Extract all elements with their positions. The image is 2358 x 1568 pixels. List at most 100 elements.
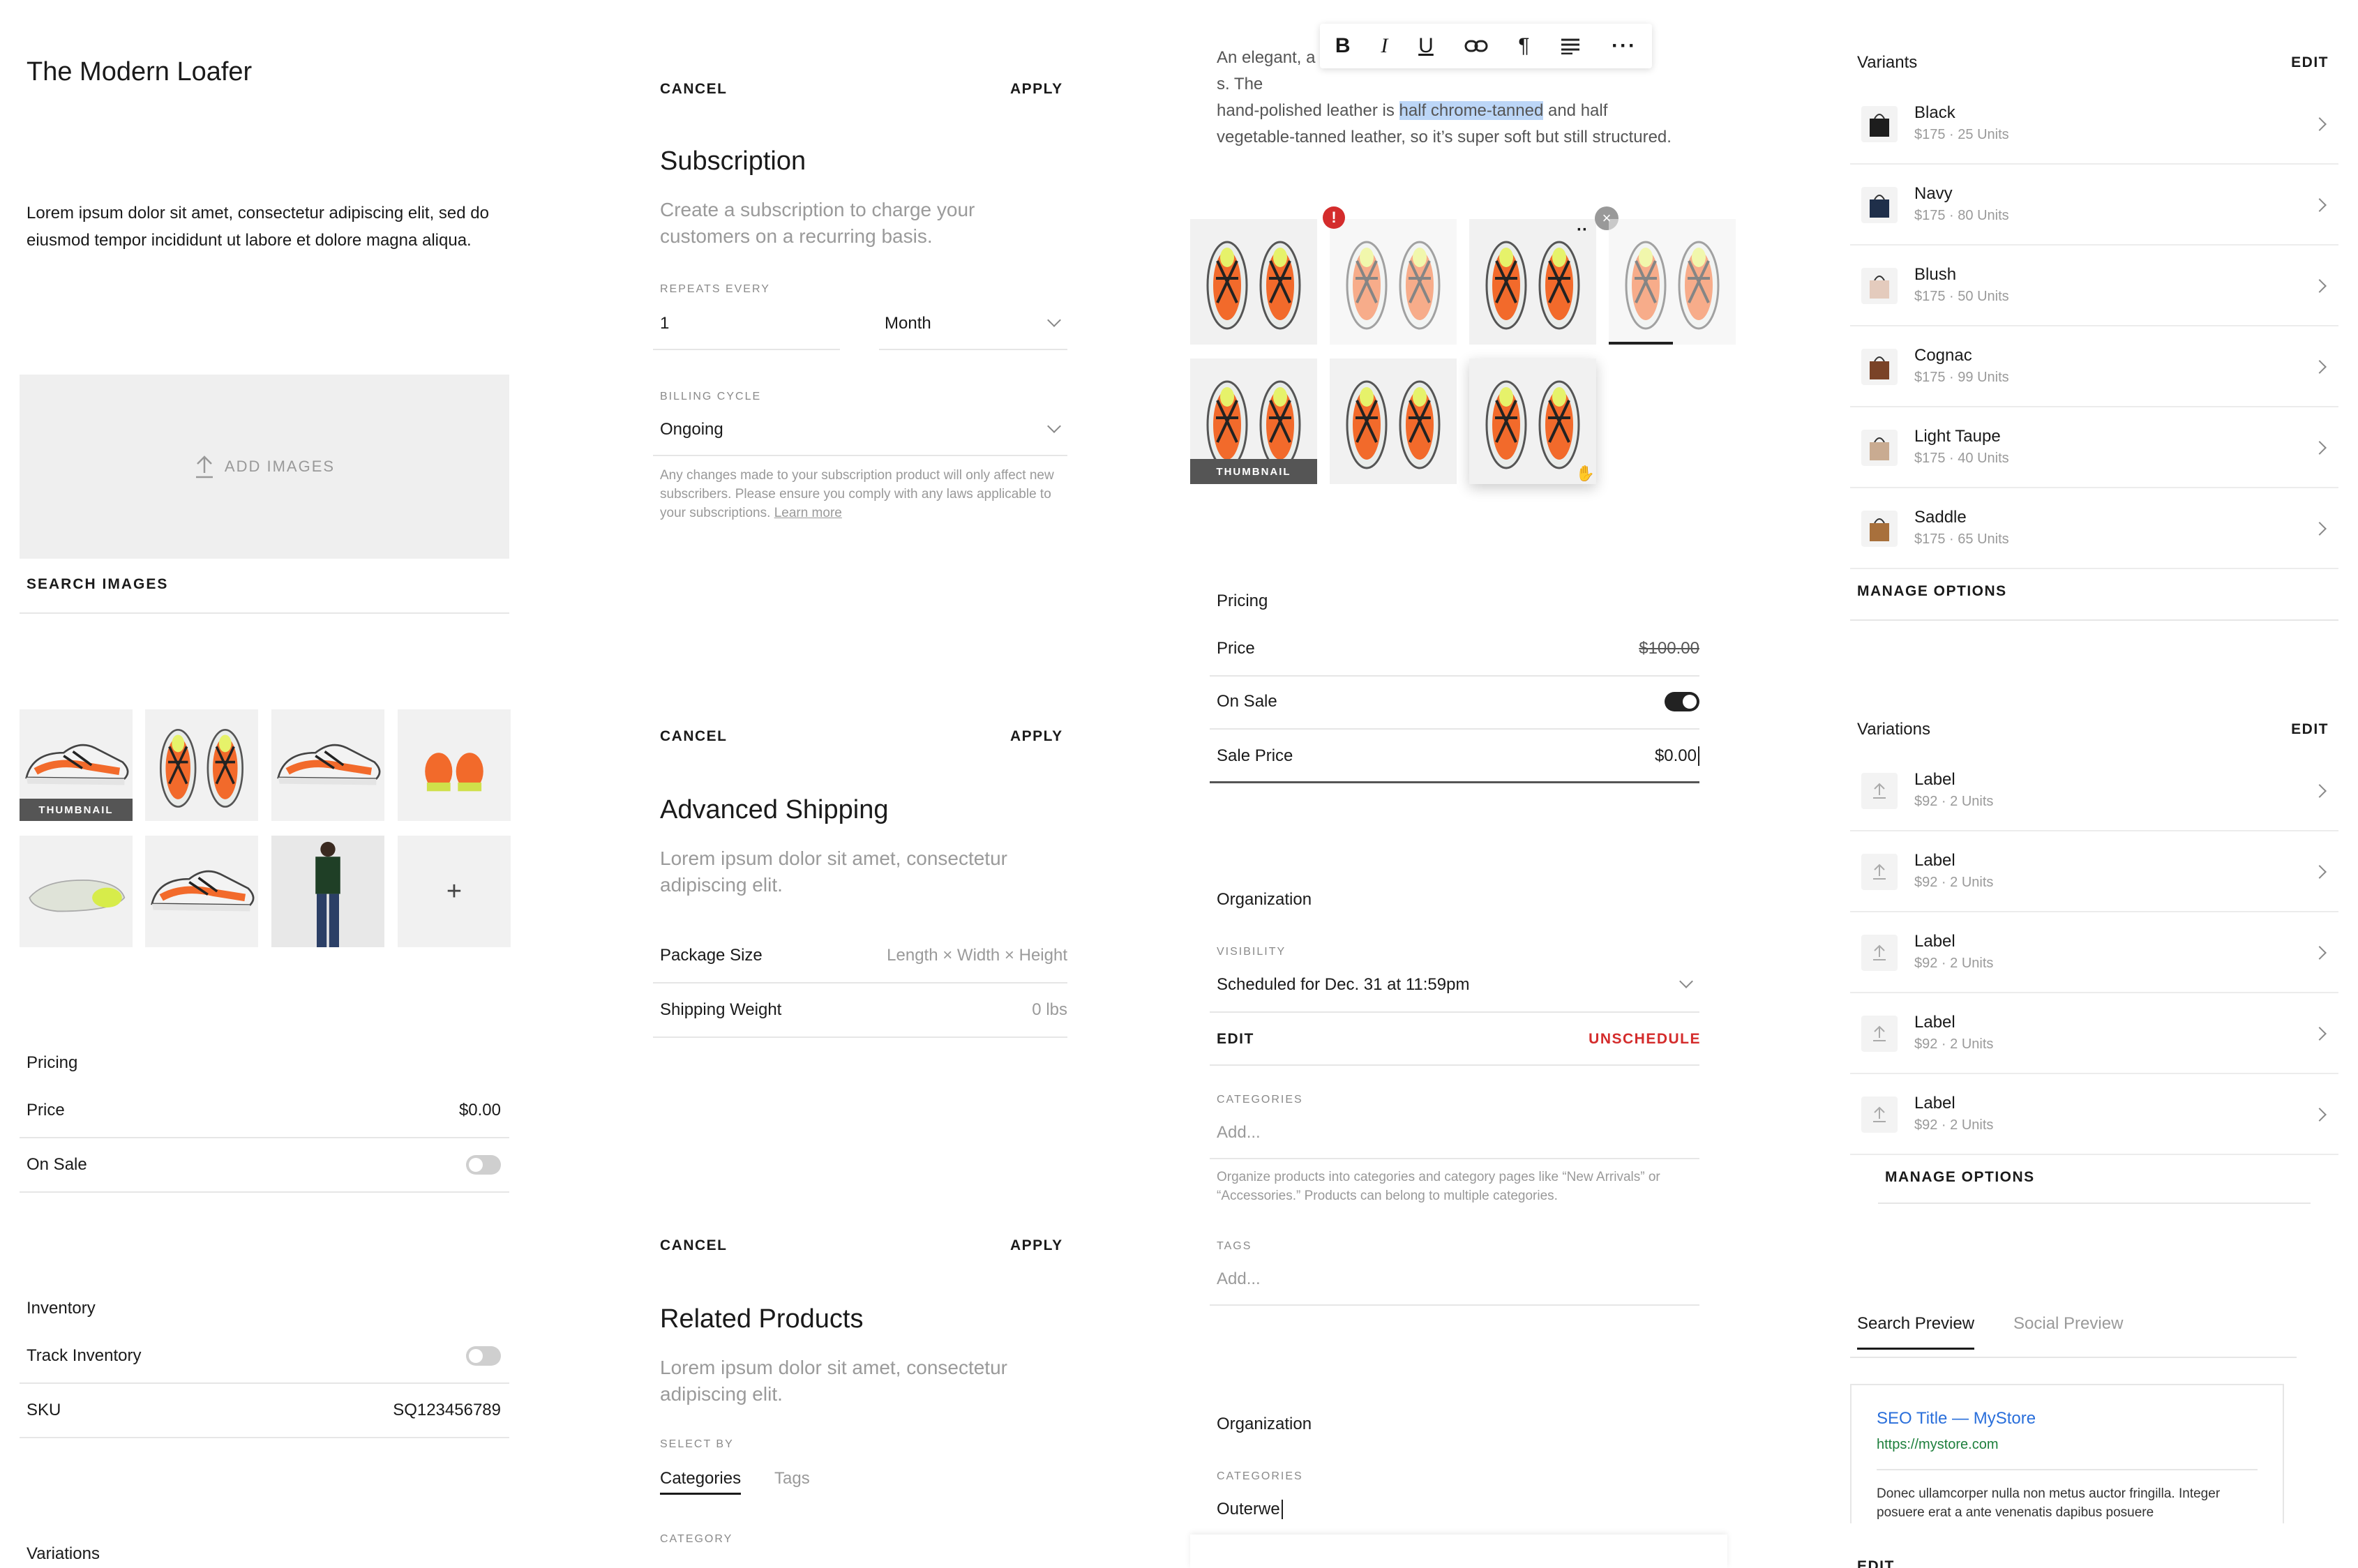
image-placeholder[interactable] (1861, 1096, 1898, 1133)
image-placeholder[interactable] (1861, 1016, 1898, 1052)
tab-tags[interactable]: Tags (774, 1469, 810, 1488)
repeats-every-input[interactable]: 1 (660, 314, 669, 333)
cancel-button[interactable]: CANCEL (660, 1237, 728, 1254)
learn-more-link[interactable]: Learn more (774, 506, 842, 520)
variation-row[interactable]: Label $92 · 2 Units (1850, 912, 2338, 993)
gallery-image-3[interactable]: ·· (1469, 219, 1596, 345)
billing-cycle-select[interactable]: Ongoing (660, 419, 1067, 442)
italic-icon[interactable]: I (1381, 34, 1388, 58)
gallery-image-2[interactable] (1330, 219, 1457, 345)
cancel-button[interactable]: CANCEL (660, 81, 728, 98)
product-image-1[interactable]: THUMBNAIL (20, 709, 133, 821)
variant-name: Navy (1914, 184, 1953, 203)
package-size-input[interactable]: Length × Width × Height (887, 946, 1067, 965)
variation-name: Label (1914, 770, 1955, 789)
apply-button[interactable]: APPLY (1010, 728, 1063, 745)
price-row[interactable]: Price $100.00 (1217, 639, 1699, 658)
shipping-weight-input[interactable]: 0 lbs (1032, 1000, 1067, 1020)
variant-row[interactable]: Cognac $175 · 99 Units (1850, 326, 2338, 407)
variant-row[interactable]: Light Taupe $175 · 40 Units (1850, 407, 2338, 488)
product-image-7[interactable] (271, 836, 384, 947)
selected-text[interactable]: half chrome-tanned (1399, 101, 1544, 120)
bold-icon[interactable]: B (1335, 34, 1351, 58)
tab-search-preview[interactable]: Search Preview (1857, 1314, 1975, 1350)
image-placeholder[interactable] (1861, 773, 1898, 809)
product-image-3[interactable] (271, 709, 384, 821)
cancel-button[interactable]: CANCEL (660, 728, 728, 745)
variant-meta: $175 · 40 Units (1914, 451, 2009, 466)
variant-row[interactable]: Black $175 · 25 Units (1850, 84, 2338, 165)
edit-button[interactable]: EDIT (1217, 1031, 1254, 1048)
chevron-right-icon (2313, 360, 2327, 374)
price-value[interactable]: $0.00 (459, 1101, 501, 1120)
sneaker-top-image (159, 728, 244, 808)
related-products-subtitle: Lorem ipsum dolor sit amet, consectetur … (660, 1357, 1007, 1405)
categories-input-2[interactable]: Outerwe (1217, 1500, 1283, 1519)
manage-options-button[interactable]: MANAGE OPTIONS (1885, 1169, 2035, 1186)
shipping-weight-row[interactable]: Shipping Weight 0 lbs (660, 1000, 1067, 1020)
product-image-6[interactable] (145, 836, 258, 947)
sale-price-row[interactable]: Sale Price $0.00 (1217, 746, 1699, 766)
align-icon[interactable] (1560, 38, 1581, 54)
tags-input[interactable]: Add... (1217, 1269, 1261, 1289)
variations-list: Label $92 · 2 Units Label $92 · 2 Units Labe… (1850, 751, 2338, 1155)
gallery-image-4[interactable] (1609, 219, 1736, 345)
variants-edit-button[interactable]: EDIT (2291, 54, 2329, 71)
sneaker-top-image (1346, 241, 1441, 330)
product-title[interactable]: The Modern Loafer (27, 57, 252, 87)
product-description[interactable]: Lorem ipsum dolor sit amet, consectetur … (27, 199, 501, 254)
apply-button[interactable]: APPLY (1010, 1237, 1063, 1254)
search-images-link[interactable]: SEARCH IMAGES (27, 576, 168, 593)
sku-row[interactable]: SKU SQ123456789 (27, 1401, 501, 1420)
sale-price-input[interactable]: $0.00 (1655, 746, 1699, 766)
variation-row[interactable]: Label $92 · 2 Units (1850, 831, 2338, 912)
variant-row[interactable]: Saddle $175 · 65 Units (1850, 488, 2338, 569)
categories-input[interactable]: Add... (1217, 1123, 1261, 1143)
manage-options-button[interactable]: MANAGE OPTIONS (1857, 583, 2007, 600)
on-sale-toggle[interactable] (466, 1155, 501, 1175)
package-size-row[interactable]: Package Size Length × Width × Height (660, 946, 1067, 965)
image-placeholder[interactable] (1861, 935, 1898, 971)
gallery-image-1[interactable] (1190, 219, 1317, 345)
period-select[interactable]: Month (885, 313, 1067, 336)
add-images-dropzone[interactable]: ADD IMAGES (20, 375, 509, 559)
unschedule-button[interactable]: UNSCHEDULE (1589, 1031, 1701, 1048)
price-value[interactable]: $100.00 (1639, 639, 1699, 658)
product-image-4[interactable] (398, 709, 511, 821)
variant-row[interactable]: Navy $175 · 80 Units (1850, 165, 2338, 246)
gallery-image-6[interactable] (1330, 359, 1457, 484)
on-sale-toggle[interactable] (1665, 692, 1699, 711)
add-image-tile[interactable]: + (398, 836, 511, 947)
sku-value[interactable]: SQ123456789 (393, 1401, 501, 1420)
bag-icon (1870, 195, 1889, 218)
chevron-down-icon (1047, 313, 1061, 327)
tags-label: TAGS (1217, 1240, 1252, 1252)
underline-icon[interactable]: U (1418, 34, 1434, 58)
link-icon[interactable] (1464, 39, 1488, 53)
categories-value: Outerwe (1217, 1500, 1280, 1518)
autocomplete-dropdown[interactable] (1190, 1535, 1727, 1568)
track-inventory-toggle[interactable] (466, 1346, 501, 1366)
apply-button[interactable]: APPLY (1010, 81, 1063, 98)
variation-row[interactable]: Label $92 · 2 Units (1850, 751, 2338, 831)
variant-row[interactable]: Blush $175 · 50 Units (1850, 246, 2338, 326)
visibility-select[interactable]: Scheduled for Dec. 31 at 11:59pm (1217, 974, 1699, 997)
product-image-5[interactable] (20, 836, 133, 947)
paragraph-icon[interactable]: ¶ (1518, 34, 1529, 58)
plus-icon: + (446, 876, 463, 906)
bag-thumbnail (1861, 349, 1898, 385)
image-placeholder[interactable] (1861, 854, 1898, 890)
variation-row[interactable]: Label $92 · 2 Units (1850, 1074, 2338, 1155)
sneaker-side-image (271, 709, 384, 821)
gallery-image-dragging[interactable]: ✋ (1469, 359, 1596, 484)
tab-categories[interactable]: Categories (660, 1469, 742, 1495)
variations-edit-button[interactable]: EDIT (2291, 721, 2329, 738)
more-icon[interactable]: ·· (1577, 220, 1588, 240)
price-row[interactable]: Price $0.00 (27, 1101, 501, 1120)
more-icon[interactable]: ··· (1612, 34, 1637, 58)
variation-row[interactable]: Label $92 · 2 Units (1850, 993, 2338, 1074)
product-image-2[interactable] (145, 709, 258, 821)
seo-edit-button[interactable]: EDIT (1857, 1558, 1895, 1568)
gallery-image-5[interactable]: THUMBNAIL (1190, 359, 1317, 484)
tab-social-preview[interactable]: Social Preview (2013, 1314, 2123, 1334)
